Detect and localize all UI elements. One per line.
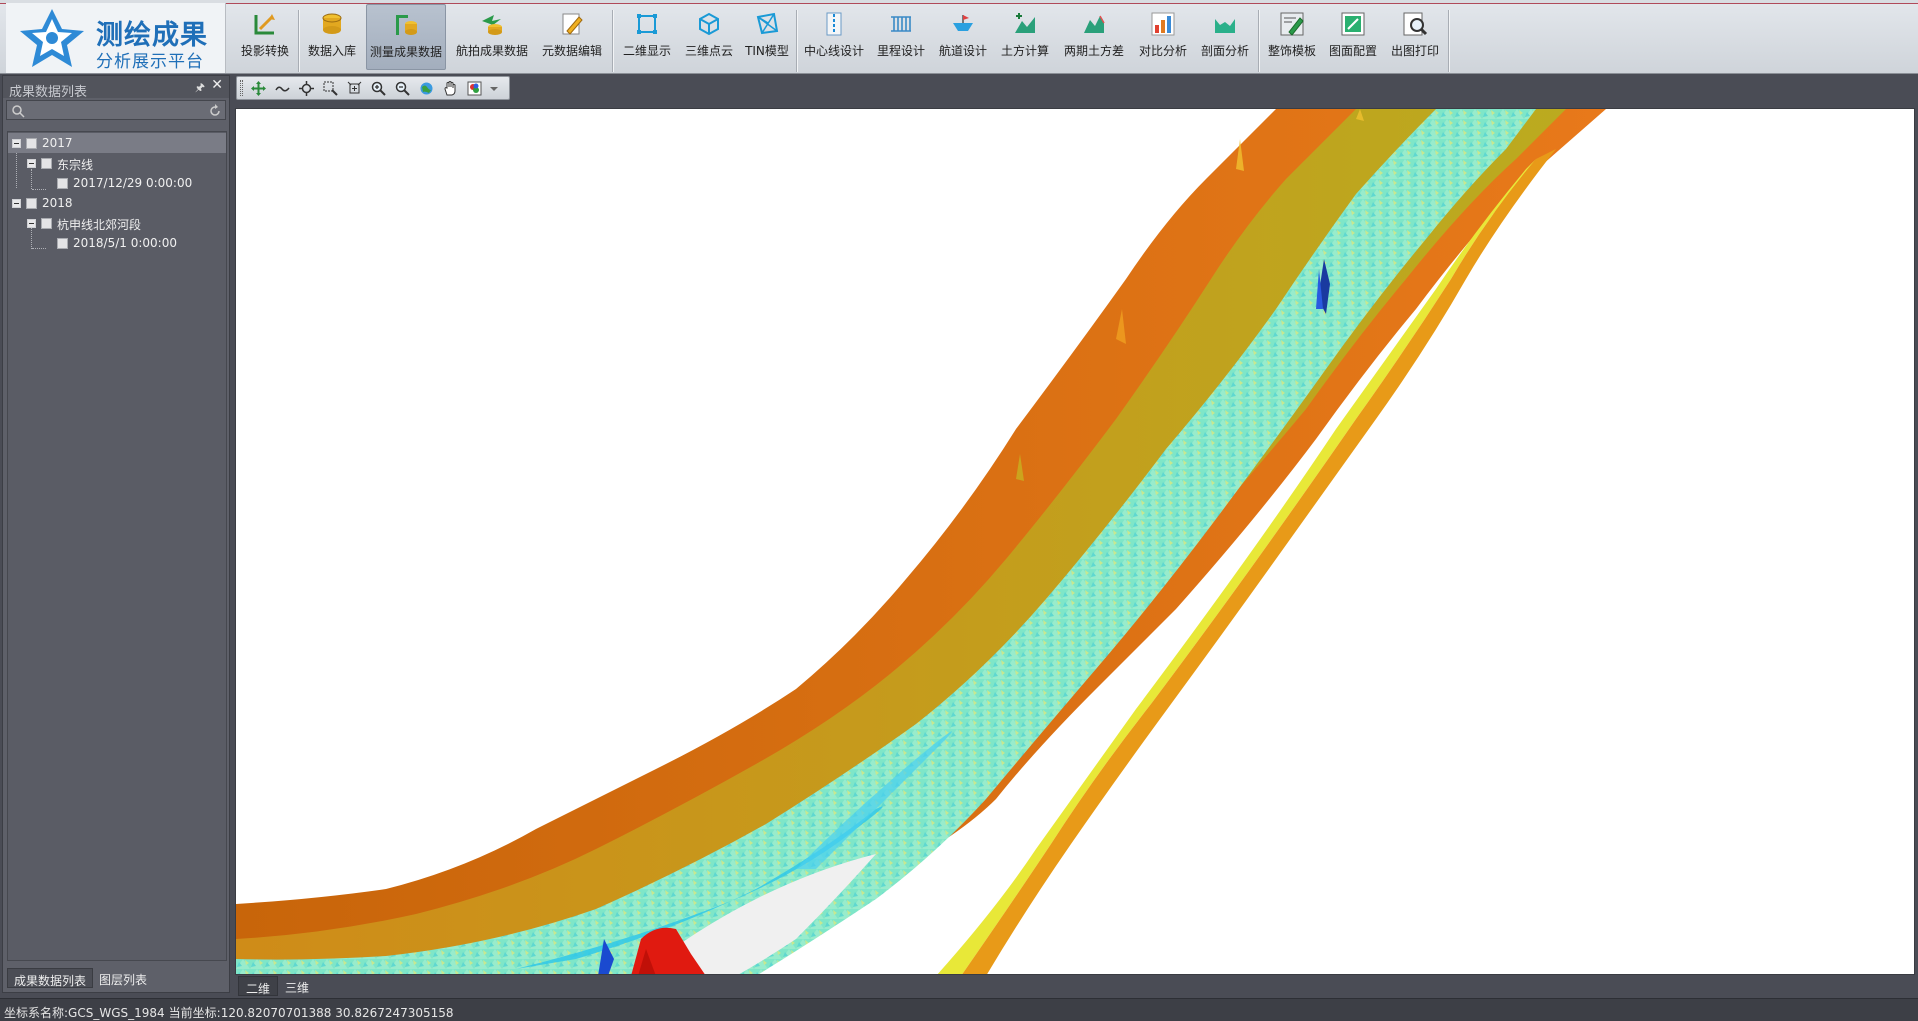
tab-2d[interactable]: 二维 bbox=[238, 976, 279, 996]
print-button[interactable]: 出图打印 bbox=[1386, 4, 1444, 70]
result-tree: 2017 东宗线 2017/12/29 0:00:00 2018 杭申线北郊河段 bbox=[7, 131, 227, 961]
compare-button[interactable]: 对比分析 bbox=[1134, 4, 1192, 70]
tree-node-2017[interactable]: 2017 bbox=[8, 133, 226, 153]
tab-layer-list[interactable]: 图层列表 bbox=[93, 968, 153, 988]
database-import-button[interactable]: 数据入库 bbox=[302, 4, 362, 70]
globe-icon[interactable] bbox=[418, 80, 435, 97]
database-import-icon bbox=[317, 9, 347, 39]
app-subtitle: 分析展示平台 bbox=[96, 52, 204, 72]
pan-icon[interactable] bbox=[250, 80, 267, 97]
app-logo: 测绘成果 分析展示平台 bbox=[6, 3, 226, 73]
node-checkbox[interactable] bbox=[41, 158, 52, 169]
logo-star-icon bbox=[20, 9, 84, 67]
print-icon bbox=[1400, 9, 1430, 39]
zoom-in-icon[interactable] bbox=[370, 80, 387, 97]
metadata-edit-button[interactable]: 元数据编辑 bbox=[536, 4, 608, 70]
mileage-button[interactable]: 里程设计 bbox=[872, 4, 930, 70]
terrain-tin-surface bbox=[236, 109, 1606, 974]
tree-node-20180501[interactable]: 2018/5/1 0:00:00 bbox=[8, 233, 226, 253]
app-window: 测绘成果 分析展示平台 投影转换 数据入库 测量成果数据 航拍成果数据 元数据编… bbox=[0, 0, 1918, 1021]
2d-display-button[interactable]: 二维显示 bbox=[618, 4, 676, 70]
ribbon-toolbar: 测绘成果 分析展示平台 投影转换 数据入库 测量成果数据 航拍成果数据 元数据编… bbox=[0, 0, 1918, 74]
tab-result-list[interactable]: 成果数据列表 bbox=[7, 968, 94, 988]
tin-model-button[interactable]: TIN模型 bbox=[742, 4, 792, 70]
tree-node-hangshen-line[interactable]: 杭申线北郊河段 bbox=[8, 213, 226, 233]
refresh-icon[interactable] bbox=[208, 103, 222, 122]
hand-icon[interactable] bbox=[442, 80, 459, 97]
survey-data-icon bbox=[391, 10, 421, 40]
centerline-button[interactable]: 中心线设计 bbox=[800, 4, 868, 70]
profile-icon bbox=[1210, 9, 1240, 39]
panel-title: 成果数据列表 bbox=[9, 85, 88, 100]
node-checkbox[interactable] bbox=[41, 218, 52, 229]
search-box bbox=[6, 100, 226, 122]
node-checkbox[interactable] bbox=[26, 198, 37, 209]
template-button[interactable]: 整饰模板 bbox=[1262, 4, 1322, 70]
layout-config-icon bbox=[1338, 9, 1368, 39]
map-toolbar bbox=[236, 76, 510, 100]
zoom-box-out-icon[interactable] bbox=[346, 80, 363, 97]
node-checkbox[interactable] bbox=[57, 178, 68, 189]
measure-icon[interactable] bbox=[274, 80, 291, 97]
layout-config-button[interactable]: 图面配置 bbox=[1324, 4, 1382, 70]
earthwork-icon bbox=[1010, 9, 1040, 39]
earthwork-diff-icon bbox=[1079, 9, 1109, 39]
aerial-data-button[interactable]: 航拍成果数据 bbox=[452, 4, 532, 70]
compare-chart-icon bbox=[1148, 9, 1178, 39]
tree-node-dongzong-line[interactable]: 东宗线 bbox=[8, 153, 226, 173]
earthwork-diff-button[interactable]: 两期土方差 bbox=[1058, 4, 1130, 70]
tin-model-icon bbox=[752, 9, 782, 39]
panel-header: 成果数据列表 🖈 ✕ bbox=[3, 76, 229, 100]
tree-node-20171229[interactable]: 2017/12/29 0:00:00 bbox=[8, 173, 226, 193]
survey-data-button[interactable]: 测量成果数据 bbox=[366, 4, 446, 70]
result-data-panel: 成果数据列表 🖈 ✕ 2017 东宗线 2017/12/29 0:00:00 2… bbox=[2, 75, 230, 993]
point-cloud-button[interactable]: 三维点云 bbox=[680, 4, 738, 70]
tree-node-2018[interactable]: 2018 bbox=[8, 193, 226, 213]
channel-button[interactable]: 航道设计 bbox=[934, 4, 992, 70]
mileage-icon bbox=[886, 9, 916, 39]
projection-icon bbox=[250, 9, 280, 39]
zoom-box-in-icon[interactable] bbox=[322, 80, 339, 97]
metadata-edit-icon bbox=[557, 9, 587, 39]
search-icon bbox=[11, 103, 25, 122]
centerline-icon bbox=[819, 9, 849, 39]
channel-icon bbox=[948, 9, 978, 39]
earthwork-button[interactable]: 土方计算 bbox=[996, 4, 1054, 70]
view-tabs: 二维 三维 bbox=[238, 976, 316, 996]
collapse-toggle[interactable] bbox=[27, 159, 36, 168]
search-input[interactable] bbox=[27, 103, 207, 121]
status-bar: 坐标系名称:GCS_WGS_1984 当前坐标:120.82070701388 3… bbox=[0, 998, 1918, 1021]
map-view-3d[interactable] bbox=[235, 108, 1915, 975]
chevron-down-icon[interactable] bbox=[489, 80, 499, 97]
aerial-data-icon bbox=[477, 9, 507, 39]
node-checkbox[interactable] bbox=[57, 238, 68, 249]
point-cloud-icon bbox=[694, 9, 724, 39]
profile-button[interactable]: 剖面分析 bbox=[1196, 4, 1254, 70]
full-extent-icon[interactable] bbox=[298, 80, 315, 97]
coordinate-readout: 当前坐标:120.82070701388 30.8267247305158 bbox=[168, 1006, 454, 1020]
toolbar-grip[interactable] bbox=[240, 80, 243, 96]
collapse-toggle[interactable] bbox=[27, 219, 36, 228]
2d-display-icon bbox=[632, 9, 662, 39]
close-icon[interactable]: ✕ bbox=[211, 77, 223, 93]
color-icon[interactable] bbox=[466, 80, 483, 97]
node-checkbox[interactable] bbox=[26, 138, 37, 149]
collapse-toggle[interactable] bbox=[12, 139, 21, 148]
zoom-out-icon[interactable] bbox=[394, 80, 411, 97]
projection-button[interactable]: 投影转换 bbox=[236, 4, 294, 70]
pin-icon[interactable]: 🖈 bbox=[195, 79, 205, 98]
tab-3d[interactable]: 三维 bbox=[278, 976, 316, 996]
panel-tabs: 成果数据列表 图层列表 bbox=[7, 968, 153, 988]
crs-label: 坐标系名称:GCS_WGS_1984 bbox=[4, 1006, 165, 1020]
template-icon bbox=[1277, 9, 1307, 39]
collapse-toggle[interactable] bbox=[12, 199, 21, 208]
